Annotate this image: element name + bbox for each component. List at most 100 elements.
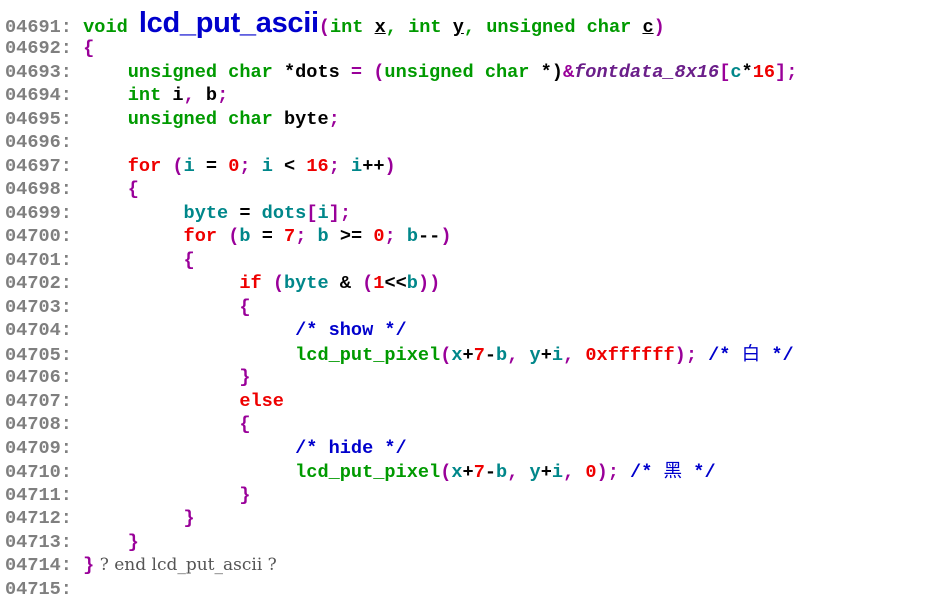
code-token: ; [328,108,340,130]
line-number: 04705: [5,344,72,366]
code-line: 04704: /* show */ [5,319,929,343]
code-token: i [183,155,195,177]
code-token: ); [674,344,709,366]
code-token: ( [272,273,284,294]
code-line: 04711: } [5,484,929,508]
code-token: , [385,17,409,38]
code-token: + [462,344,474,366]
code-token: { [239,296,251,318]
code-line: 04714: } ? end lcd_put_ascii ? [5,554,929,578]
code-token: { [183,249,195,271]
code-token: } [183,508,195,529]
code-token: 7 [284,226,296,247]
code-comment: */ [760,344,794,366]
code-line: 04706: } [5,366,929,390]
code-token: if [239,273,273,294]
code-token: - [484,462,497,483]
line-number: 04692: [5,38,72,59]
code-listing: 04691: void lcd_put_ascii(int x, int y, … [5,9,929,601]
code-token: ]; [328,202,351,224]
code-comment: /* show */ [295,320,407,341]
code-token: else [239,390,284,412]
line-number: 04694: [5,85,72,106]
code-token: int [329,17,375,38]
code-token: ) [440,226,452,247]
code-token: + [540,344,552,366]
code-comment: /* [708,344,742,366]
code-token: fontdata_8x16 [574,61,720,83]
line-number: 04711: [5,484,72,506]
code-token: ( [172,155,184,177]
code-token: ]; [775,61,798,83]
code-token: , [463,17,487,38]
code-token: b [406,226,418,247]
code-token: & [562,61,575,83]
code-token: *) [540,61,563,83]
code-token: byte [283,108,329,130]
code-line: 04696: [5,131,929,155]
code-token: , [563,344,586,366]
code-token: b [496,462,508,483]
code-line: 04703: { [5,296,929,320]
code-token: & [328,273,363,294]
code-token: 7 [473,344,485,366]
code-token: } [127,531,139,553]
code-token: 7 [473,462,485,483]
line-number: 04706: [5,367,72,388]
code-token: b [496,344,508,366]
code-line: 04709: /* hide */ [5,437,929,461]
code-line: 04700: for (b = 7; b >= 0; b--) [5,225,929,249]
code-token: for [183,226,229,247]
code-line: 04693: unsigned char *dots = (unsigned c… [5,61,929,85]
line-number: 04699: [5,202,72,224]
code-token: + [540,462,552,483]
code-token: = ( [339,61,385,83]
code-line: 04712: } [5,507,929,531]
line-number: 04710: [5,462,72,483]
code-token: ( [228,226,240,247]
code-token: unsigned char [384,61,541,83]
code-token: ( [362,273,374,294]
code-token: c [642,17,654,38]
code-line: 04695: unsigned char byte; [5,108,929,132]
code-token: c [730,61,742,83]
code-token: 0xffffff [585,344,675,366]
code-token: , [563,462,586,483]
line-number: 04701: [5,249,72,271]
code-token: *dots [283,61,340,83]
code-token: = [250,226,285,247]
code-token: byte [283,273,329,294]
code-token: << [384,273,407,294]
code-token: [ [719,61,731,83]
code-token: ) [653,17,665,38]
code-token: 16 [306,155,329,177]
code-token: { [83,38,95,59]
line-number: 04700: [5,226,72,247]
code-token: i [551,344,564,366]
code-token: x [374,17,386,38]
code-line: 04692: { [5,37,929,61]
code-comment: 白 [741,343,761,365]
code-line: 04715: [5,578,929,602]
line-number: 04695: [5,108,72,130]
code-token: ++ [362,155,385,177]
code-token: for [127,155,173,177]
code-token: b [406,273,418,294]
code-token: i [261,155,273,177]
code-comment: */ [682,462,716,483]
code-line: 04713: } [5,531,929,555]
code-token: ( [440,462,452,483]
